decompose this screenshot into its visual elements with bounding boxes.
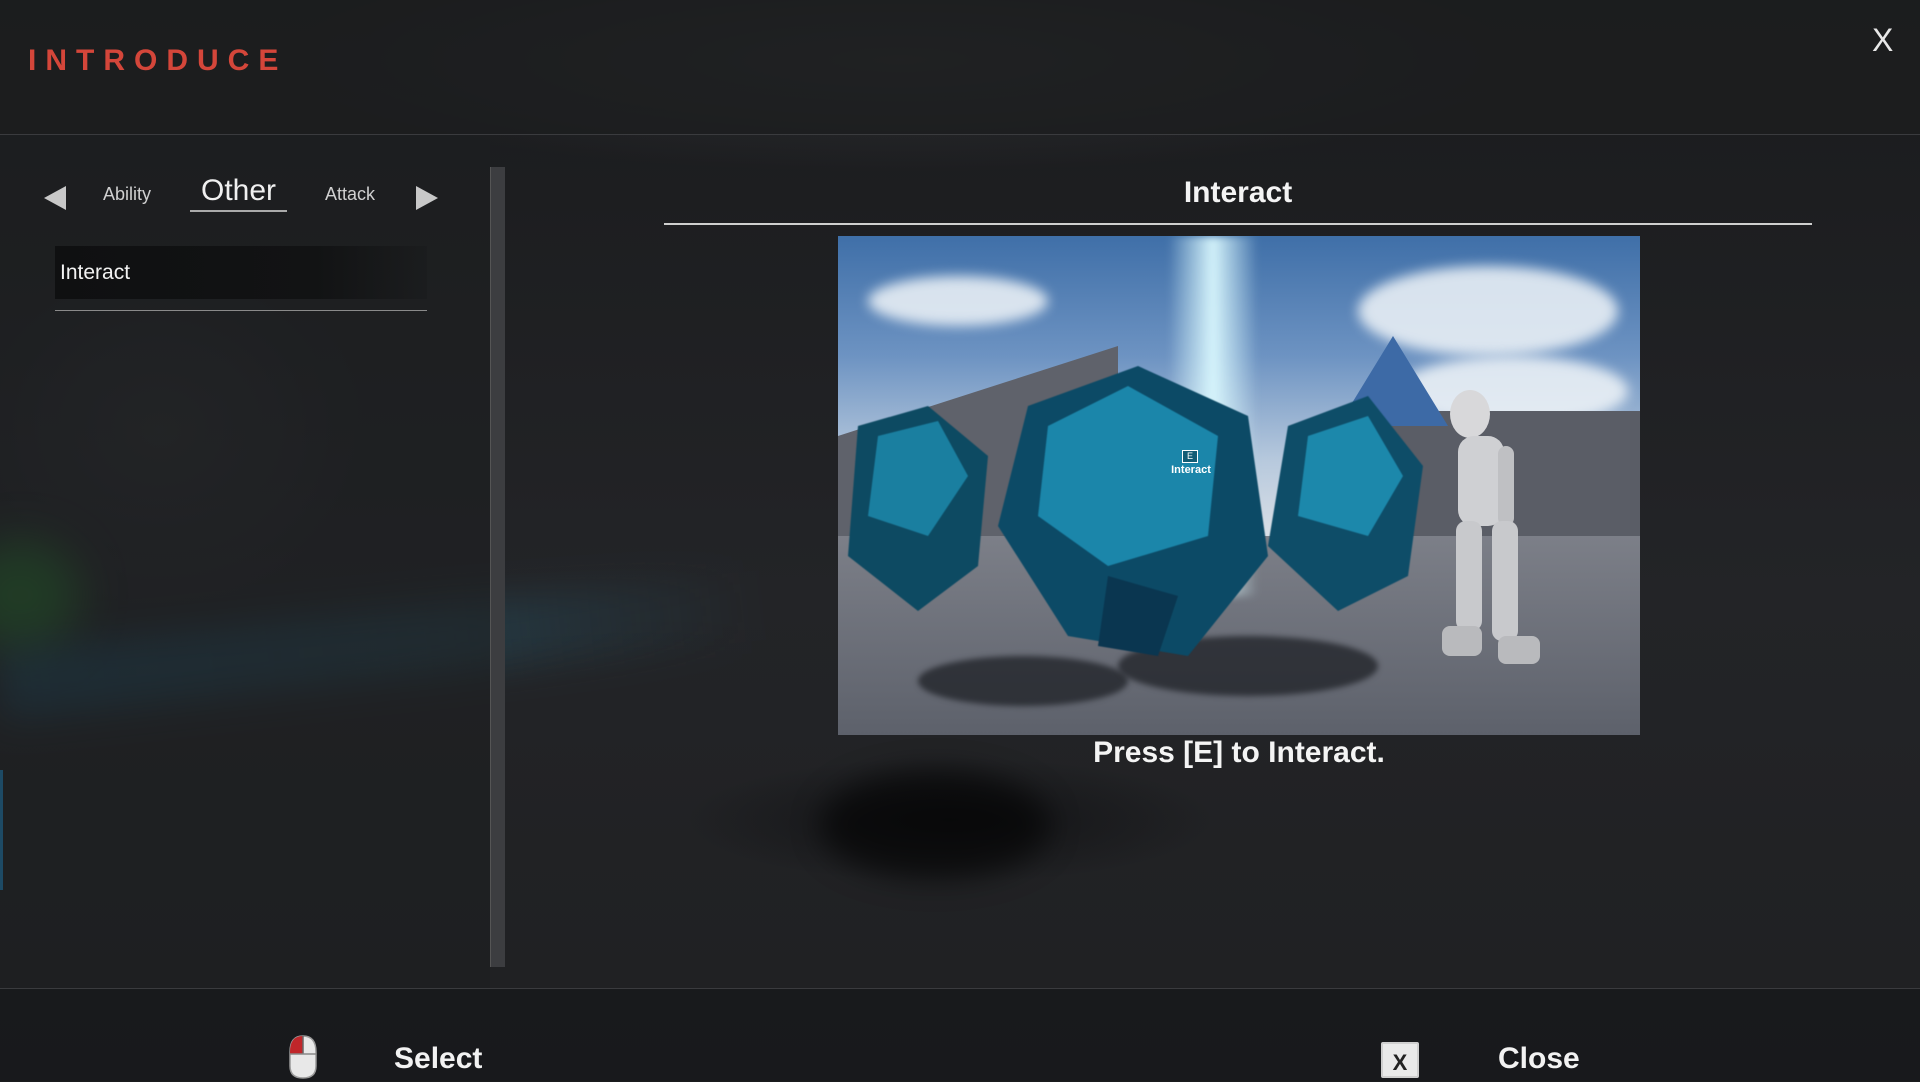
list-divider — [55, 310, 427, 311]
interact-key-prompt: E — [1182, 450, 1198, 463]
preview-robot-character — [1442, 390, 1540, 664]
x-key-icon[interactable]: X — [1381, 1042, 1419, 1078]
category-switcher: Ability Other Attack — [40, 174, 450, 220]
arrow-left-icon[interactable] — [44, 186, 66, 210]
detail-title: Interact — [1183, 176, 1293, 209]
interact-prompt-label: Interact — [1171, 464, 1211, 476]
preview-crystal — [848, 406, 988, 611]
header-bar: INTRODUCE X — [0, 0, 1920, 135]
tab-ability[interactable]: Ability — [103, 184, 151, 205]
topic-list: Interact — [55, 246, 427, 311]
select-action-label: Select — [394, 1042, 483, 1075]
arrow-right-icon[interactable] — [416, 186, 438, 210]
close-button[interactable]: Close — [1498, 1042, 1580, 1076]
list-item-interact[interactable]: Interact — [55, 246, 427, 299]
preview-image: E Interact — [838, 236, 1640, 735]
preview-crystal — [998, 366, 1268, 656]
mouse-left-click-icon — [289, 1035, 317, 1079]
detail-caption: Press [E] to Interact. — [1093, 736, 1385, 769]
preview-cloud — [868, 276, 1048, 326]
background-shadow — [820, 770, 1050, 880]
panel-splitter[interactable] — [490, 167, 505, 967]
tab-attack[interactable]: Attack — [325, 184, 375, 205]
page-title: INTRODUCE — [28, 44, 288, 77]
tab-other[interactable]: Other — [190, 174, 288, 212]
close-icon[interactable]: X — [1872, 22, 1893, 58]
detail-divider — [664, 223, 1812, 225]
preview-crystal — [1268, 396, 1423, 611]
